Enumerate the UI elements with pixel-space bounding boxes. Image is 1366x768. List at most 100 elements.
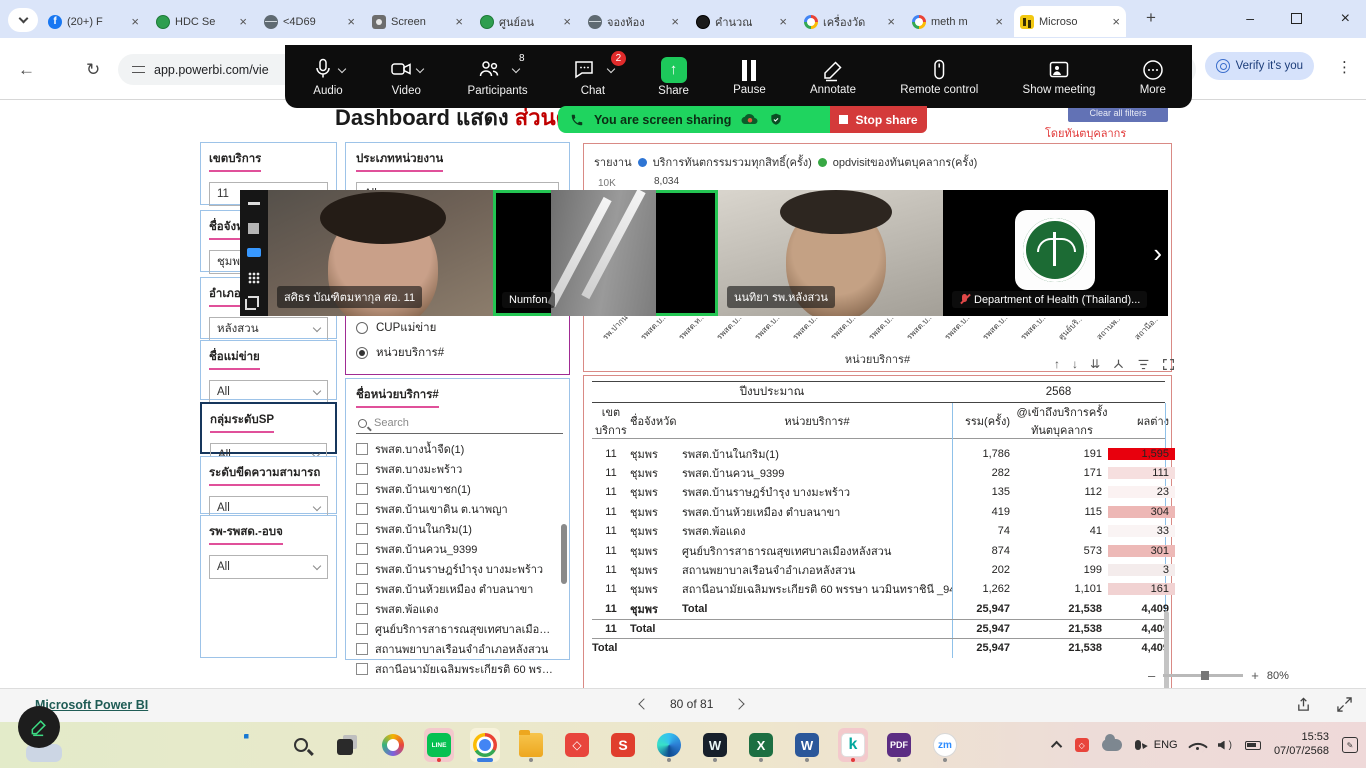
zoom-slider-handle[interactable] <box>1201 671 1209 680</box>
filter-dropdown-network[interactable]: All <box>209 380 328 404</box>
radio-option-cup[interactable]: CUPแม่ข่าย <box>356 319 559 337</box>
table-row[interactable]: 11ชุมพรรพสต.บ้านในกริม(1)1,7861911,595 <box>592 444 1165 463</box>
table-row[interactable]: 11ชุมพรสถานีอนามัยเฉลิมพระเกียรติ 60 พรร… <box>592 580 1165 599</box>
voice-access-icon[interactable] <box>1135 740 1141 750</box>
gallery-view-icon[interactable] <box>248 272 260 284</box>
fullscreen-icon[interactable] <box>1337 697 1352 712</box>
unit-checkbox-item[interactable]: ศูนย์บริการสาธารณสุขเทศบาลเมืองหลัง.. <box>356 619 563 639</box>
clear-all-filters-button[interactable]: Clear all filters <box>1068 106 1168 122</box>
filter-dropdown-hospital-type[interactable]: All <box>209 555 328 579</box>
table-row[interactable]: 11ชุมพรสถานพยาบาลเรือนจำอำเภอหลังสวน2021… <box>592 560 1165 579</box>
browser-tab-active[interactable]: Microso× <box>1014 6 1126 37</box>
s-app-button[interactable]: S <box>608 728 638 762</box>
zoom-slider[interactable] <box>1163 674 1243 677</box>
unit-search-box[interactable]: Search <box>356 413 563 434</box>
video-button[interactable]: Video <box>389 57 423 97</box>
column-header[interactable]: ทันตบุคลากร <box>1031 421 1093 439</box>
table-row[interactable]: 11ชุมพรรพสต.บ้านห้วยเหมือง ตำบลนาขา41911… <box>592 502 1165 521</box>
site-settings-icon[interactable] <box>132 65 145 75</box>
table-row[interactable]: 11ชุมพรรพสต.บ้านควน_9399282171111 <box>592 463 1165 482</box>
table-row-subtotal[interactable]: 11Total25,94721,5384,409 <box>592 619 1165 638</box>
new-tab-button[interactable]: + <box>1146 8 1156 28</box>
pdf-app-button[interactable]: PDF <box>884 728 914 762</box>
browser-tab[interactable]: คำนวณ× <box>690 6 793 37</box>
drill-down-icon[interactable]: ⇊ <box>1090 357 1100 371</box>
unit-checkbox-item[interactable]: รพสต.บ้านเขาดิน ต.นาพญา <box>356 499 563 519</box>
zoom-in-icon[interactable]: + <box>1251 668 1259 683</box>
chrome-button[interactable] <box>470 728 500 762</box>
line-app-button[interactable]: LINE <box>424 728 454 762</box>
expand-hierarchy-icon[interactable] <box>1112 358 1125 371</box>
unit-checkbox-item[interactable]: สถานพยาบาลเรือนจำอำเภอหลังสวน <box>356 639 563 659</box>
taskbar-search-button[interactable] <box>286 728 316 762</box>
edge-button[interactable] <box>654 728 684 762</box>
back-icon[interactable]: ← <box>18 60 35 80</box>
browser-tab[interactable]: meth m× <box>906 6 1009 37</box>
onedrive-icon[interactable] <box>1102 739 1122 751</box>
participants-button[interactable]: 8 Participants <box>468 57 528 97</box>
next-participants-icon[interactable]: › <box>1153 238 1162 269</box>
unit-checkbox-item[interactable]: รพสต.บ้านควน_9399 <box>356 539 563 559</box>
battery-icon[interactable] <box>1245 741 1261 750</box>
verify-its-you-button[interactable]: Verify it's you <box>1205 52 1314 80</box>
chevron-down-icon[interactable] <box>416 64 424 72</box>
unit-checkbox-item[interactable]: รพสต.บางมะพร้าว <box>356 459 563 479</box>
copilot-button[interactable] <box>378 728 408 762</box>
browser-tab[interactable]: <4D69× <box>258 6 361 37</box>
browser-tab[interactable]: f(20+) F× <box>42 6 145 37</box>
column-header[interactable]: หน่วยบริการ# <box>784 412 849 430</box>
column-header[interactable]: @เข้าถึงบริการครั้ง <box>1017 403 1108 421</box>
stop-share-button[interactable]: Stop share <box>830 106 927 133</box>
video-tile-active-speaker[interactable]: Numfon <box>493 190 718 316</box>
table-row[interactable]: 11ชุมพรรพสต.พ้อแดง744133 <box>592 522 1165 541</box>
table-row[interactable]: 11ชุมพรศูนย์บริการสาธารณสุขเทศบาลเมืองหล… <box>592 541 1165 560</box>
unit-checkbox-item[interactable]: รพสต.บางน้ำจืด(1) <box>356 439 563 459</box>
chevron-down-icon[interactable] <box>511 64 519 72</box>
zoom-app-button[interactable]: zm <box>930 728 960 762</box>
video-tile[interactable]: Department of Health (Thailand)... › <box>943 190 1168 316</box>
remote-control-button[interactable]: Remote control <box>900 58 978 96</box>
window-close-button[interactable]: × <box>1341 10 1350 28</box>
list-scrollbar[interactable] <box>561 524 567 584</box>
word-button[interactable]: W <box>792 728 822 762</box>
share-button[interactable]: ↑ Share <box>658 57 689 97</box>
annotation-pencil-button[interactable] <box>18 706 60 748</box>
hidden-icons-chevron[interactable] <box>1051 741 1062 752</box>
tray-diamond-icon[interactable]: ◇ <box>1075 738 1089 752</box>
radio-option-service-unit[interactable]: หน่วยบริการ# <box>356 344 559 362</box>
sort-ascending-icon[interactable]: ↑ <box>1054 357 1060 371</box>
table-row-subtotal[interactable]: 11ชุมพรTotal25,94721,5384,409 <box>592 599 1165 618</box>
language-indicator[interactable]: ENG <box>1154 739 1178 751</box>
speaker-icon[interactable] <box>1218 741 1225 750</box>
strip-view-icon[interactable] <box>247 248 261 257</box>
zoom-out-icon[interactable]: – <box>1148 668 1155 683</box>
unit-checkbox-item[interactable]: รพสต.พ้อแดง <box>356 599 563 619</box>
browser-tab[interactable]: จองห้อง× <box>582 6 685 37</box>
sort-descending-icon[interactable]: ↓ <box>1072 357 1078 371</box>
kplus-button[interactable]: k <box>838 728 868 762</box>
start-button[interactable] <box>240 728 270 762</box>
notification-icon[interactable]: ✎ <box>1342 737 1358 753</box>
tab-close-icon[interactable]: × <box>995 15 1003 28</box>
unit-checkbox-item[interactable]: รพสต.บ้านราษฎร์บำรุง บางมะพร้าว <box>356 559 563 579</box>
unit-checkbox-item[interactable]: รพสต.บ้านห้วยเหมือง ตำบลนาขา <box>356 579 563 599</box>
tab-close-icon[interactable]: × <box>779 15 787 28</box>
red-diamond-app-button[interactable]: ◇ <box>562 728 592 762</box>
unit-checkbox-item[interactable]: รพสต.บ้านในกริม(1) <box>356 519 563 539</box>
tab-close-icon[interactable]: × <box>347 15 355 28</box>
browser-menu-icon[interactable]: ⋮ <box>1337 58 1352 76</box>
column-header[interactable]: รรม(ครั้ง) <box>965 412 1010 430</box>
video-tile[interactable]: นนทิยา รพ.หลังสวน <box>718 190 943 316</box>
pause-share-button[interactable]: Pause <box>733 58 766 96</box>
browser-tab[interactable]: เครื่องวัด× <box>798 6 901 37</box>
minimize-strip-icon[interactable] <box>248 202 260 205</box>
column-header[interactable]: บริการ <box>595 421 627 439</box>
table-row[interactable]: 11ชุมพรรพสต.บ้านราษฎร์บำรุง บางมะพร้าว13… <box>592 483 1165 502</box>
video-tile[interactable]: สศิธร บัณฑิตมหากุล ศอ. 11 <box>268 190 493 316</box>
tab-close-icon[interactable]: × <box>563 15 571 28</box>
window-minimize-button[interactable]: – <box>1246 10 1254 26</box>
vertical-scrollbar[interactable] <box>1164 611 1169 696</box>
wps-button[interactable]: W <box>700 728 730 762</box>
chevron-down-icon[interactable] <box>338 64 346 72</box>
tab-search-button[interactable] <box>8 8 38 32</box>
